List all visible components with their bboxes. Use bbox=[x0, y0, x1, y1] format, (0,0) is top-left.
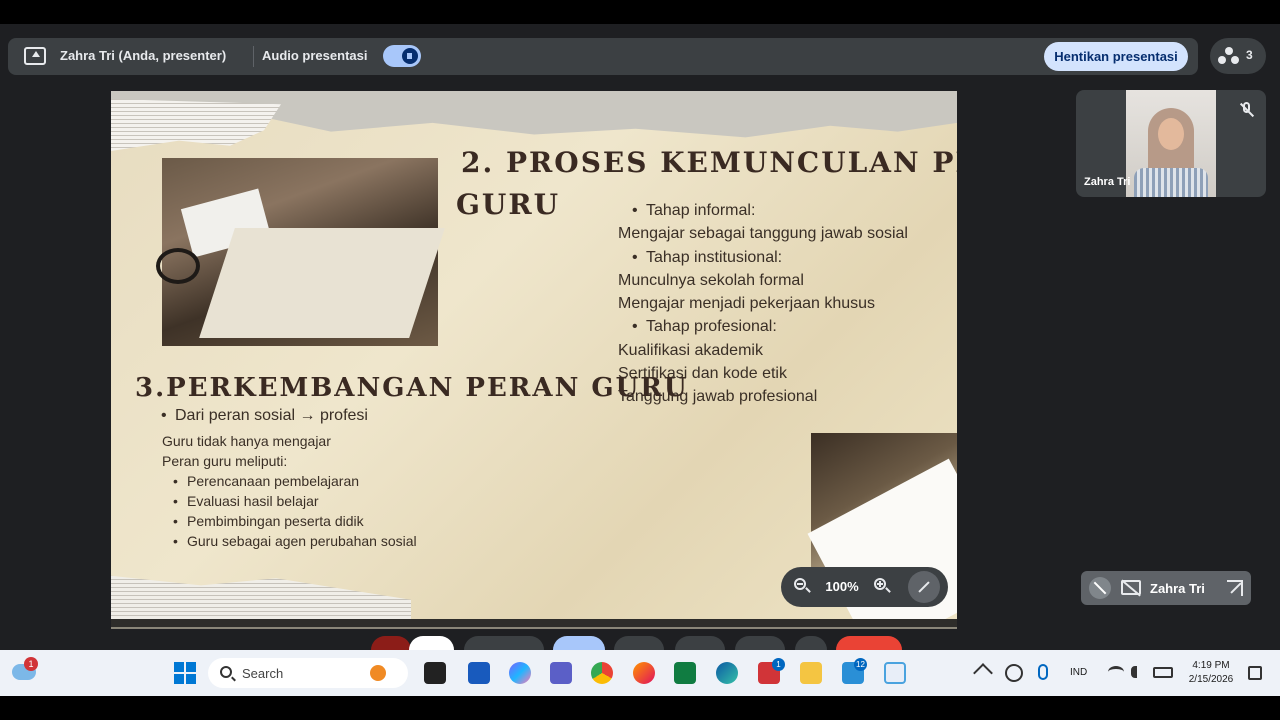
firefox-icon[interactable] bbox=[633, 662, 655, 684]
notebook-photo bbox=[156, 158, 445, 346]
participant-video bbox=[1126, 90, 1216, 197]
desktop-app-icon[interactable] bbox=[424, 662, 446, 684]
search-icon bbox=[220, 666, 232, 678]
divider bbox=[253, 46, 254, 67]
newspaper-decoration-bottom bbox=[111, 575, 411, 619]
zoom-controls: 100% bbox=[781, 567, 948, 607]
section2-title-continued: GURU bbox=[456, 188, 561, 221]
microphone-icon[interactable] bbox=[1038, 664, 1048, 680]
section3-list: Guru tidak hanya mengajar Peran guru meli… bbox=[162, 431, 417, 551]
list-item: Perencanaan pembelajaran bbox=[162, 471, 417, 491]
section3-title: 3.PERKEMBANGAN PERAN GURU bbox=[135, 373, 689, 403]
clock[interactable]: 4:19 PM 2/15/2026 bbox=[1180, 659, 1242, 687]
newspaper-decoration bbox=[111, 99, 281, 151]
chevron-up-icon[interactable] bbox=[973, 663, 993, 683]
self-view-pill: Zahra Tri bbox=[1081, 571, 1251, 605]
leave-call-button[interactable] bbox=[836, 636, 902, 650]
list-item: Guru sebagai agen perubahan sosial bbox=[162, 531, 417, 551]
list-item: Guru tidak hanya mengajar bbox=[162, 433, 331, 449]
slide-bottom-edge-line bbox=[111, 627, 957, 629]
people-button[interactable]: 3 bbox=[1210, 38, 1266, 74]
weather-badge: 1 bbox=[24, 657, 38, 671]
presentation-slide: 2. PROSES KEMUNCULAN PROFES GURU Tahap i… bbox=[111, 91, 957, 619]
expand-icon[interactable] bbox=[1227, 580, 1243, 596]
speaker-icon bbox=[402, 48, 418, 64]
control-button[interactable] bbox=[464, 636, 544, 650]
stop-presenting-button[interactable]: Hentikan presentasi bbox=[1044, 42, 1188, 71]
list-item: Mengajar menjadi pekerjaan khusus bbox=[618, 295, 876, 313]
meet-window: Zahra Tri (Anda, presenter) Audio presen… bbox=[0, 24, 1280, 650]
excel-icon[interactable] bbox=[674, 662, 696, 684]
mic-muted-icon bbox=[1236, 99, 1258, 121]
corner-photo bbox=[807, 433, 957, 619]
exit-fullscreen-button[interactable] bbox=[908, 571, 940, 603]
date: 2/15/2026 bbox=[1188, 674, 1234, 685]
list-item: Kualifikasi akademik bbox=[618, 341, 763, 359]
control-button[interactable] bbox=[795, 636, 827, 650]
list-item: Peran guru meliputi: bbox=[162, 453, 288, 469]
file-explorer-icon[interactable] bbox=[800, 662, 822, 684]
presenter-bar: Zahra Tri (Anda, presenter) Audio presen… bbox=[8, 38, 1198, 75]
slide-bottom-edge bbox=[111, 619, 957, 627]
control-button[interactable] bbox=[371, 636, 411, 650]
teams-icon[interactable] bbox=[550, 662, 572, 684]
present-screen-icon bbox=[24, 47, 46, 65]
list-item: Tahap informal: bbox=[618, 199, 953, 223]
list-item: Munculnya sekolah formal bbox=[618, 271, 804, 289]
control-button[interactable] bbox=[735, 636, 785, 650]
store-badge: 12 bbox=[854, 658, 867, 671]
windows-taskbar: 1 Search 1 12 IND 4:19 PM 2/15/2026 bbox=[0, 650, 1280, 696]
mic-off-icon[interactable] bbox=[1089, 577, 1111, 599]
section2-title: 2. PROSES KEMUNCULAN PROFES bbox=[461, 146, 957, 179]
camera-off-icon[interactable] bbox=[1121, 580, 1141, 595]
snipping-tool-icon[interactable] bbox=[884, 662, 906, 684]
zoom-in-button[interactable] bbox=[871, 576, 893, 598]
time: 4:19 PM bbox=[1192, 660, 1230, 671]
participant-tile[interactable]: Zahra Tri bbox=[1076, 90, 1266, 197]
copilot-icon[interactable] bbox=[509, 662, 531, 684]
list-item: Mengajar sebagai tanggung jawab sosial bbox=[618, 225, 908, 243]
audio-presentation-toggle[interactable] bbox=[383, 45, 421, 67]
volume-muted-icon[interactable] bbox=[1131, 666, 1145, 678]
language-indicator[interactable]: IND bbox=[1070, 667, 1087, 678]
sync-icon[interactable] bbox=[1005, 664, 1023, 682]
participant-count: 3 bbox=[1246, 48, 1253, 62]
present-button[interactable] bbox=[553, 636, 605, 650]
battery-icon[interactable] bbox=[1153, 667, 1173, 678]
audio-presentation-label: Audio presentasi bbox=[262, 48, 368, 63]
wifi-icon[interactable] bbox=[1108, 666, 1124, 678]
notification-icon[interactable] bbox=[1248, 666, 1262, 680]
list-item: Tahap institusional: bbox=[618, 246, 953, 270]
list-item: Evaluasi hasil belajar bbox=[162, 491, 417, 511]
word-icon[interactable] bbox=[468, 662, 490, 684]
participant-name: Zahra Tri bbox=[1084, 176, 1131, 188]
presenter-name: Zahra Tri (Anda, presenter) bbox=[60, 48, 227, 63]
edge-icon[interactable] bbox=[716, 662, 738, 684]
zoom-level: 100% bbox=[825, 579, 859, 594]
screen: Zahra Tri (Anda, presenter) Audio presen… bbox=[0, 0, 1280, 720]
collapse-icon bbox=[918, 581, 930, 593]
app-l-badge: 1 bbox=[772, 658, 785, 671]
people-icon bbox=[1218, 47, 1240, 65]
start-button[interactable] bbox=[174, 662, 196, 684]
chrome-icon[interactable] bbox=[591, 662, 613, 684]
list-item: Tahap profesional: bbox=[618, 315, 953, 339]
list-item: Pembimbingan peserta didik bbox=[162, 511, 417, 531]
search-highlight-icon bbox=[370, 665, 386, 681]
control-button[interactable] bbox=[409, 636, 454, 650]
taskbar-search[interactable]: Search bbox=[208, 658, 408, 688]
self-name: Zahra Tri bbox=[1150, 581, 1205, 596]
section3-subbullet: Dari peran sosial → profesi bbox=[161, 407, 368, 425]
zoom-out-button[interactable] bbox=[791, 576, 813, 598]
control-button[interactable] bbox=[675, 636, 725, 650]
search-label: Search bbox=[242, 666, 284, 681]
control-button[interactable] bbox=[614, 636, 664, 650]
